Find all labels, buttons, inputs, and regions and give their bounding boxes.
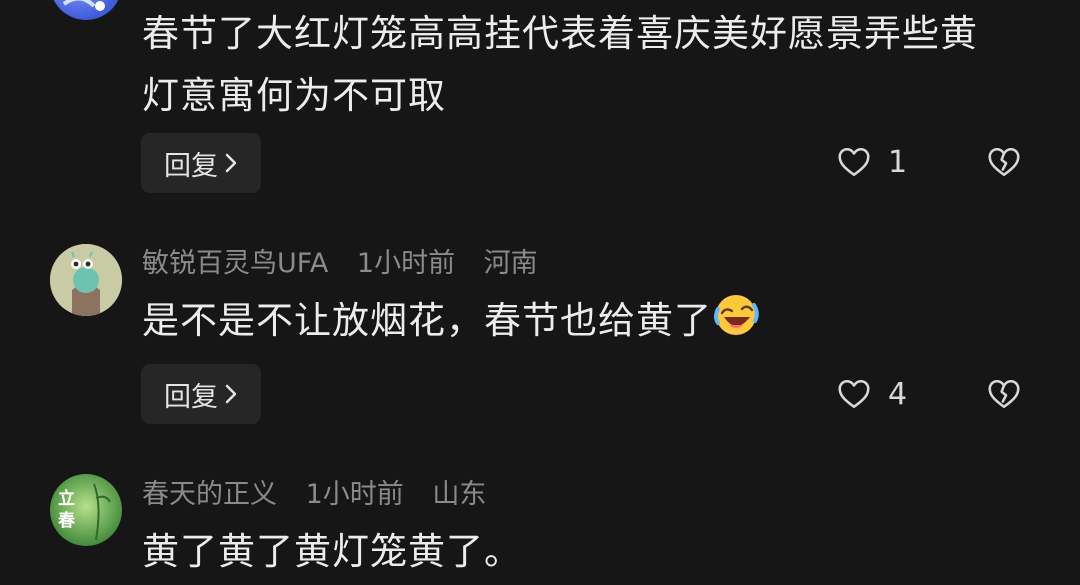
- username[interactable]: 春天的正义: [142, 479, 277, 510]
- avatar-image: 立 春: [58, 483, 111, 541]
- comment-meta: 敏锐百灵鸟UFA 1小时前 河南: [142, 246, 558, 282]
- avatar[interactable]: [50, 0, 122, 20]
- comment-text-line: 黄了黄了黄灯笼黄了。: [142, 530, 522, 573]
- dislike-button[interactable]: [986, 376, 1022, 416]
- like-button[interactable]: 1: [836, 144, 907, 180]
- comment-text-line: 灯意寓何为不可取: [142, 74, 446, 117]
- comment-location: 山东: [432, 479, 487, 510]
- heart-outline-icon: [838, 147, 870, 177]
- comment-meta: 春天的正义 1小时前 山东: [142, 477, 506, 513]
- comment-text: 黄了黄了黄灯笼黄了。: [142, 521, 1042, 583]
- reply-label: 回复: [164, 381, 218, 413]
- comment-text: 是不是不让放烟花，春节也给黄了: [142, 290, 1042, 352]
- avatar[interactable]: 立 春: [50, 474, 122, 546]
- comment-text-line: 是不是不让放烟花，春节也给黄了: [142, 299, 712, 342]
- comment-text-line: 春节了大红灯笼高高挂代表着喜庆美好愿景弄些黄: [142, 12, 978, 55]
- comment-location: 河南: [483, 248, 538, 279]
- comment-text: 春节了大红灯笼高高挂代表着喜庆美好愿景弄些黄 灯意寓何为不可取: [142, 3, 1042, 127]
- reply-label: 回复: [164, 150, 218, 182]
- like-button[interactable]: 4: [836, 376, 907, 412]
- chevron-right-icon: [225, 153, 237, 173]
- chevron-right-icon: [225, 384, 237, 404]
- comment-time: 1小时前: [305, 479, 404, 510]
- broken-heart-icon: [988, 379, 1020, 409]
- broken-heart-icon: [988, 147, 1020, 177]
- avatar-text-2: 春: [58, 510, 75, 531]
- dislike-button[interactable]: [986, 144, 1022, 184]
- avatar[interactable]: [50, 244, 122, 316]
- heart-outline-icon: [838, 379, 870, 409]
- avatar-image: [50, 244, 122, 316]
- avatar-image: [62, 0, 105, 11]
- avatar-text-1: 立: [58, 488, 75, 509]
- username[interactable]: 敏锐百灵鸟UFA: [142, 248, 328, 279]
- comment-time: 1小时前: [356, 248, 456, 279]
- like-count: 1: [888, 144, 908, 180]
- laughing-crying-face-icon: [714, 295, 759, 335]
- like-count: 4: [888, 376, 908, 412]
- reply-button[interactable]: 回复: [141, 133, 261, 193]
- reply-button[interactable]: 回复: [141, 364, 261, 424]
